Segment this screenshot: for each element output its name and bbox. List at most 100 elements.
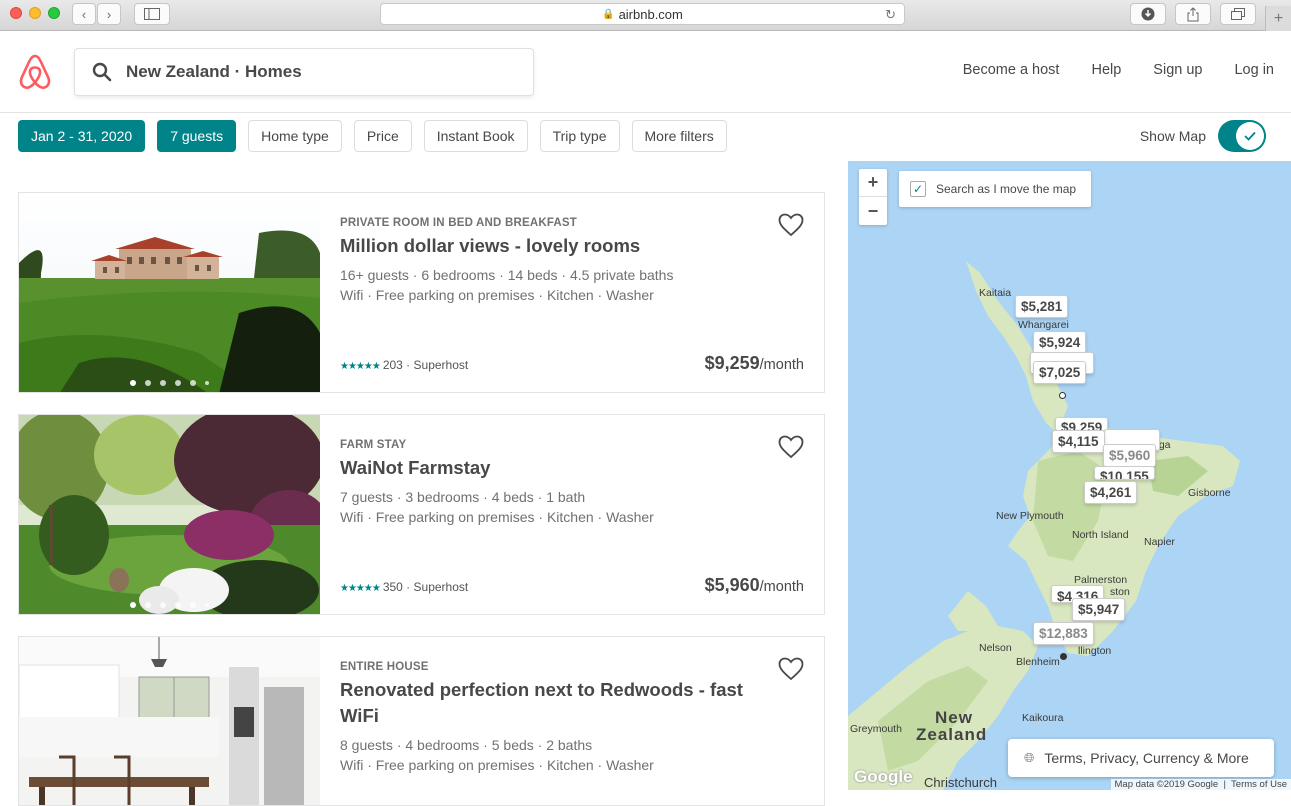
map-region-label: Zealand [916, 725, 988, 744]
filter-bar: Jan 2 - 31, 2020 7 guests Home type Pric… [18, 120, 727, 152]
forward-button[interactable]: › [97, 3, 121, 25]
filter-dates[interactable]: Jan 2 - 31, 2020 [18, 120, 146, 152]
download-icon [1141, 7, 1155, 21]
price-unit: /month [759, 357, 804, 373]
map-place-label: Whangarei [1018, 319, 1069, 331]
map-place-label: Blenheim [1016, 656, 1060, 668]
airbnb-logo-icon[interactable] [18, 53, 52, 91]
listing-photo[interactable] [19, 193, 320, 392]
listing-title[interactable]: WaiNot Farmstay [340, 455, 804, 481]
nav-help[interactable]: Help [1091, 62, 1121, 78]
heart-icon[interactable] [778, 213, 804, 237]
map-price-marker[interactable]: $5,281 [1015, 295, 1069, 318]
listing-amenities: Wifi · Free parking on premises · Kitche… [340, 509, 654, 525]
terms-label: Terms, Privacy, Currency & More [1044, 750, 1249, 766]
review-count: 203 · Superhost [382, 358, 469, 372]
filter-more-filters[interactable]: More filters [631, 120, 727, 152]
map-price-marker[interactable]: $7,025 [1033, 361, 1087, 384]
listing-price: $5,960/month [705, 575, 804, 596]
nav-become-host[interactable]: Become a host [963, 62, 1060, 78]
back-button[interactable]: ‹ [72, 3, 96, 25]
new-tab-button[interactable]: + [1265, 6, 1291, 31]
map-price-marker[interactable]: $4,261 [1084, 481, 1138, 504]
listing-amenities: Wifi · Free parking on premises · Kitche… [340, 757, 654, 773]
fullscreen-window-button[interactable] [48, 7, 60, 19]
nav-log-in[interactable]: Log in [1234, 62, 1274, 78]
price-amount: $9,259 [704, 353, 760, 373]
search-bar[interactable] [74, 48, 534, 96]
search-input[interactable] [126, 62, 506, 82]
listing-photo-kitchen [19, 637, 320, 805]
map-place-label: Gisborne [1188, 487, 1231, 499]
terms-privacy-button[interactable]: 🌐︎ Terms, Privacy, Currency & More [1008, 739, 1274, 777]
zoom-in-button[interactable]: + [859, 169, 887, 197]
photo-carousel-dots[interactable] [19, 380, 320, 386]
map-price-marker[interactable]: $12,883 [1033, 622, 1094, 645]
map-panel[interactable]: + − ✓ Search as I move the map Kaitaia W… [848, 161, 1291, 790]
minimize-window-button[interactable] [29, 7, 41, 19]
listing-title[interactable]: Million dollar views - lovely rooms [340, 233, 804, 259]
nav-sign-up[interactable]: Sign up [1153, 62, 1202, 78]
reload-icon[interactable]: ↻ [885, 7, 896, 23]
show-map-label: Show Map [1139, 128, 1206, 144]
listing-rating: ★★★★★ 350 · Superhost [340, 580, 468, 594]
map-price-marker[interactable]: $10,155 [1094, 466, 1155, 480]
map-price-marker[interactable]: $5,924 [1033, 331, 1087, 354]
map-region-label: New [935, 708, 973, 727]
listing-card[interactable]: FARM STAY WaiNot Farmstay 7 guests · 3 b… [18, 414, 825, 615]
listing-details: 7 guests · 3 bedrooms · 4 beds · 1 bath [340, 489, 586, 505]
filter-home-type[interactable]: Home type [248, 120, 342, 152]
search-as-move-checkbox[interactable]: ✓ [910, 181, 926, 197]
map-price-marker[interactable]: $4,115 [1052, 430, 1105, 453]
zoom-out-button[interactable]: − [859, 197, 887, 225]
terms-of-use-link[interactable]: Terms of Use [1231, 779, 1287, 790]
map-price-marker[interactable]: $9,259 [1055, 417, 1109, 431]
search-as-move-control[interactable]: ✓ Search as I move the map [899, 171, 1091, 207]
search-icon [92, 62, 112, 82]
map-place-label: Greymouth [850, 723, 902, 735]
chevron-left-icon: ‹ [81, 6, 87, 22]
listing-rating: ★★★★★ 203 · Superhost [340, 358, 468, 372]
price-amount: $5,960 [704, 575, 760, 595]
close-window-button[interactable] [10, 7, 22, 19]
share-button[interactable] [1175, 3, 1211, 25]
tabs-overview-button[interactable] [1220, 3, 1256, 25]
listing-photo[interactable] [19, 415, 320, 614]
map-price-marker[interactable]: $5,960 [1103, 444, 1157, 467]
sidebar-button[interactable] [134, 3, 170, 25]
filter-trip-type[interactable]: Trip type [539, 120, 620, 152]
photo-carousel-dots[interactable] [19, 602, 320, 608]
filter-price[interactable]: Price [353, 120, 412, 152]
heart-icon[interactable] [778, 435, 804, 459]
listing-kind: ENTIRE HOUSE [340, 661, 429, 673]
heart-icon[interactable] [778, 657, 804, 681]
search-as-move-label: Search as I move the map [936, 182, 1077, 196]
city-dot-icon [1059, 392, 1066, 399]
city-dot-icon [1060, 653, 1067, 660]
downloads-button[interactable] [1130, 3, 1166, 25]
map-zoom-control: + − [859, 169, 887, 225]
price-unit: /month [759, 579, 804, 595]
map-price-marker[interactable]: $5,947 [1072, 598, 1126, 621]
chevron-right-icon: › [106, 6, 112, 22]
map-place-label: New Plymouth [996, 510, 1064, 522]
listing-price: $9,259/month [705, 353, 804, 374]
listing-title[interactable]: Renovated perfection next to Redwoods - … [340, 677, 760, 729]
globe-icon: 🌐︎ [1024, 750, 1035, 765]
address-bar[interactable]: 🔒 airbnb.com ↻ [380, 3, 905, 25]
toggle-knob [1236, 122, 1264, 150]
listing-card[interactable]: ENTIRE HOUSE Renovated perfection next t… [18, 636, 825, 806]
filter-guests[interactable]: 7 guests [157, 120, 237, 152]
browser-toolbar: ‹ › 🔒 airbnb.com ↻ + [0, 0, 1291, 31]
listing-photo-garden [19, 415, 320, 614]
listing-card[interactable]: PRIVATE ROOM IN BED AND BREAKFAST Millio… [18, 192, 825, 393]
listing-photo[interactable] [19, 637, 320, 805]
star-rating-icon: ★★★★★ [340, 583, 381, 594]
listing-kind: FARM STAY [340, 439, 407, 451]
map-land-shapes [848, 261, 1240, 790]
map-data-credit: Map data ©2019 Google [1114, 779, 1219, 790]
filter-instant-book[interactable]: Instant Book [423, 120, 528, 152]
show-map-toggle[interactable] [1218, 120, 1266, 152]
listing-details: 16+ guests · 6 bedrooms · 14 beds · 4.5 … [340, 267, 674, 283]
site-header: Become a host Help Sign up Log in [0, 31, 1291, 113]
